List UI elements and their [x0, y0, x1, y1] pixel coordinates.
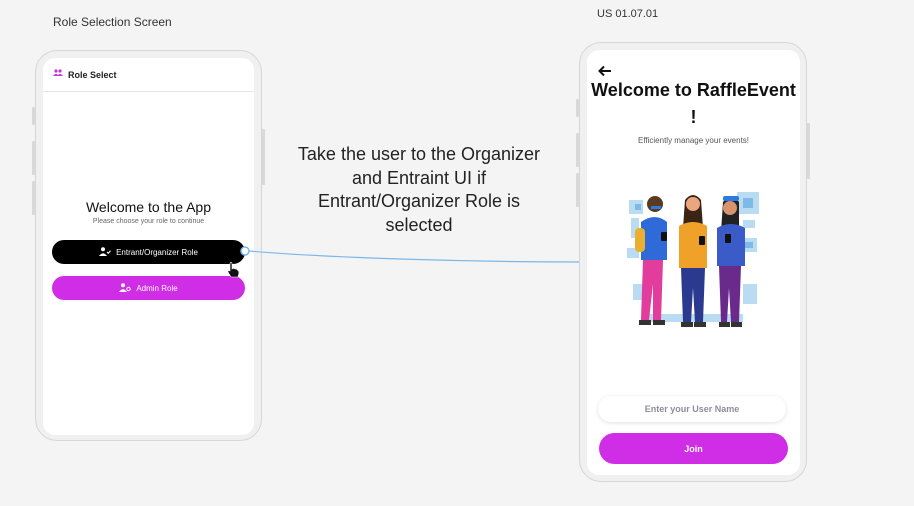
phone-side-button: [32, 107, 35, 125]
raffle-title: Welcome to RaffleEvent !: [591, 80, 796, 127]
join-button[interactable]: Join: [599, 433, 788, 464]
phone-side-button: [807, 123, 810, 179]
admin-role-button[interactable]: Admin Role: [52, 276, 245, 300]
phone-side-button: [576, 173, 579, 207]
admin-role-label: Admin Role: [136, 283, 178, 293]
welcome-title: Welcome to the App: [85, 199, 212, 215]
entrant-organizer-role-button[interactable]: Entrant/Organizer Role: [52, 240, 245, 264]
phone-side-button: [262, 129, 265, 185]
app-bar: Role Select: [43, 58, 254, 92]
phone-side-button: [576, 133, 579, 167]
hand-cursor-icon: [227, 262, 240, 278]
raffle-event-screen: Welcome to RaffleEvent ! Efficiently man…: [587, 50, 800, 475]
phone-side-button: [576, 99, 579, 117]
app-bar-title: Role Select: [68, 69, 117, 80]
user-check-icon: [99, 246, 111, 258]
people-with-phones-illustration: [627, 192, 759, 327]
role-select-screen: Role Select Welcome to the App Please ch…: [43, 58, 254, 435]
connector-line: [248, 250, 585, 263]
username-input[interactable]: [598, 396, 786, 422]
frame-label-role-selection: Role Selection Screen: [53, 15, 172, 29]
users-icon: [53, 69, 63, 80]
user-gear-icon: [119, 282, 132, 294]
welcome-subtitle: Please choose your role to continue: [92, 218, 205, 225]
phone-frame-raffle-event: Welcome to RaffleEvent ! Efficiently man…: [576, 42, 810, 482]
frame-label-user-story: US 01.07.01: [597, 8, 659, 20]
phone-frame-role-selection: Role Select Welcome to the App Please ch…: [32, 50, 265, 441]
entrant-organizer-role-label: Entrant/Organizer Role: [116, 247, 198, 257]
phone-side-button: [32, 141, 35, 175]
phone-side-button: [32, 181, 35, 215]
raffle-subtitle: Efficiently manage your events!: [637, 136, 750, 145]
flow-annotation: Take the user to the Organizer and Entra…: [297, 144, 541, 235]
